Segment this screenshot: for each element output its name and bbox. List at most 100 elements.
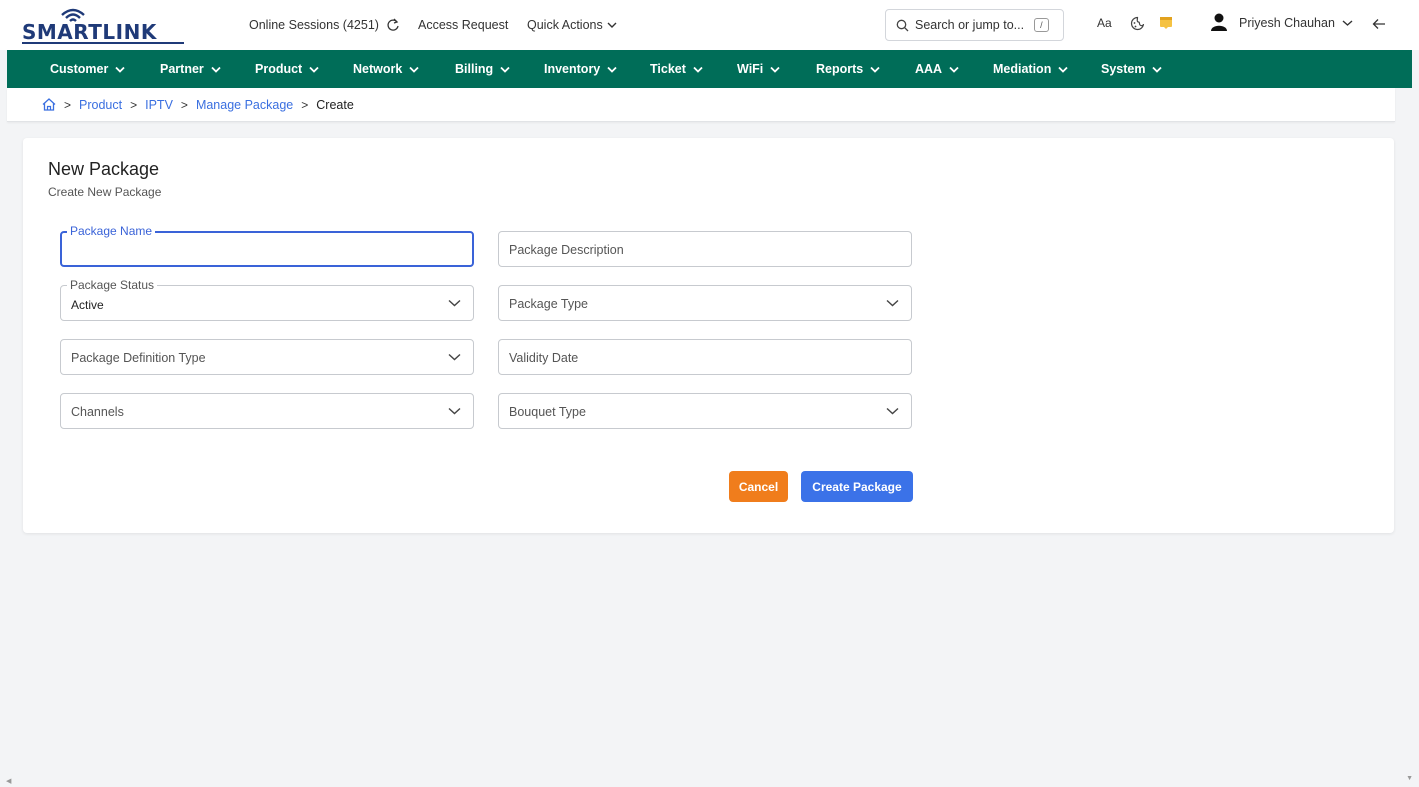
access-request-link[interactable]: Access Request (418, 18, 508, 32)
nav-item-label: Mediation (993, 62, 1052, 76)
top-header: SMARTLINK Online Sessions (4251) Access … (0, 0, 1419, 50)
chevron-down-icon (409, 66, 419, 73)
nav-item-label: Reports (816, 62, 864, 76)
logo-underline (22, 42, 184, 44)
channels-select[interactable]: Channels (60, 393, 474, 429)
nav-item-label: Network (353, 62, 403, 76)
search-shortcut-key: / (1034, 18, 1049, 32)
chevron-down-icon (448, 299, 461, 307)
package-status-select[interactable]: Package Status Active (60, 278, 474, 321)
breadcrumb-separator: > (130, 97, 138, 112)
chevron-down-icon (500, 66, 510, 73)
chevron-down-icon (770, 66, 780, 73)
nav-item-label: Customer (50, 62, 109, 76)
user-menu[interactable]: Priyesh Chauhan (1239, 16, 1353, 30)
notes-icon[interactable] (1159, 16, 1173, 30)
validity-date-field[interactable]: Validity Date (498, 339, 912, 375)
nav-item-product[interactable]: Product (255, 50, 319, 88)
package-name-field[interactable]: Package Name (60, 224, 474, 267)
package-type-select[interactable]: Package Type (498, 285, 912, 321)
bouquet-type-placeholder: Bouquet Type (509, 405, 586, 419)
chevron-down-icon (211, 66, 221, 73)
nav-item-reports[interactable]: Reports (816, 50, 880, 88)
chevron-down-icon (309, 66, 319, 73)
page-subtitle: Create New Package (48, 185, 162, 199)
package-status-value: Active (71, 298, 104, 312)
breadcrumb-separator: > (180, 97, 188, 112)
package-type-placeholder: Package Type (509, 297, 588, 311)
online-sessions-label: Online Sessions (4251) (249, 18, 379, 32)
home-icon[interactable] (42, 98, 56, 111)
chevron-down-icon (115, 66, 125, 73)
nav-item-label: Partner (160, 62, 204, 76)
package-name-label: Package Name (67, 224, 156, 238)
nav-item-partner[interactable]: Partner (160, 50, 221, 88)
font-size-toggle[interactable]: Aa (1097, 16, 1112, 30)
nav-item-label: System (1101, 62, 1146, 76)
breadcrumb-separator: > (301, 97, 309, 112)
nav-item-mediation[interactable]: Mediation (993, 50, 1068, 88)
page-title: New Package (48, 159, 160, 179)
scroll-left-icon[interactable]: ◀ (6, 777, 11, 785)
chevron-down-icon (870, 66, 880, 73)
package-definition-type-select[interactable]: Package Definition Type (60, 339, 474, 375)
chevron-down-icon (448, 353, 461, 361)
chevron-down-icon (693, 66, 703, 73)
search-placeholder: Search or jump to... (915, 18, 1025, 32)
nav-item-customer[interactable]: Customer (50, 50, 125, 88)
user-avatar-icon[interactable] (1209, 12, 1229, 32)
chevron-down-icon (886, 299, 899, 307)
nav-item-label: WiFi (737, 62, 764, 76)
validity-date-placeholder: Validity Date (509, 351, 579, 365)
package-status-label: Package Status (67, 278, 158, 292)
chevron-down-icon (1342, 20, 1353, 26)
refresh-icon[interactable] (386, 18, 400, 32)
quick-actions-menu[interactable]: Quick Actions (527, 18, 617, 32)
breadcrumb-current: Create (316, 97, 354, 112)
package-description-field[interactable]: Package Description (498, 231, 912, 267)
chevron-down-icon (448, 407, 461, 415)
bouquet-type-select[interactable]: Bouquet Type (498, 393, 912, 429)
chevron-down-icon (949, 66, 959, 73)
chevron-down-icon (886, 407, 899, 415)
user-name: Priyesh Chauhan (1239, 16, 1335, 30)
create-package-button[interactable]: Create Package (801, 471, 913, 502)
breadcrumb: > Product > IPTV > Manage Package > Crea… (7, 88, 1395, 122)
package-description-placeholder: Package Description (509, 243, 624, 257)
quick-actions-label: Quick Actions (527, 18, 603, 32)
nav-item-ticket[interactable]: Ticket (650, 50, 703, 88)
nav-item-billing[interactable]: Billing (455, 50, 510, 88)
nav-item-network[interactable]: Network (353, 50, 419, 88)
nav-item-label: Ticket (650, 62, 686, 76)
global-search[interactable]: Search or jump to... / (885, 9, 1064, 41)
nav-item-aaa[interactable]: AAA (915, 50, 959, 88)
chevron-down-icon (607, 66, 617, 73)
access-request-label: Access Request (418, 18, 509, 32)
online-sessions-link[interactable]: Online Sessions (4251) (249, 18, 400, 32)
smartlink-logo[interactable]: SMARTLINK (22, 8, 192, 44)
search-icon (896, 19, 909, 31)
new-package-card: New Package Create New Package Package N… (23, 138, 1394, 533)
theme-icon[interactable] (1130, 16, 1145, 31)
breadcrumb-manage-package[interactable]: Manage Package (196, 98, 293, 112)
nav-item-label: Inventory (544, 62, 601, 76)
chevron-down-icon (1152, 66, 1163, 73)
breadcrumb-separator: > (64, 97, 72, 112)
main-navigation: Customer Partner Product Network Billing… (7, 50, 1412, 88)
package-definition-type-placeholder: Package Definition Type (71, 351, 206, 365)
nav-item-label: Billing (455, 62, 494, 76)
logo-text: SMARTLINK (22, 20, 157, 44)
scroll-down-icon[interactable]: ▼ (1406, 775, 1413, 782)
nav-item-label: AAA (915, 62, 943, 76)
back-arrow-icon[interactable] (1372, 18, 1386, 30)
cancel-button[interactable]: Cancel (729, 471, 788, 502)
nav-item-label: Product (255, 62, 303, 76)
nav-item-wifi[interactable]: WiFi (737, 50, 780, 88)
breadcrumb-product[interactable]: Product (79, 98, 122, 112)
chevron-down-icon (1058, 66, 1068, 73)
breadcrumb-iptv[interactable]: IPTV (145, 98, 173, 112)
chevron-down-icon (607, 22, 617, 28)
channels-placeholder: Channels (71, 405, 124, 419)
nav-item-system[interactable]: System (1101, 50, 1163, 88)
nav-item-inventory[interactable]: Inventory (544, 50, 617, 88)
